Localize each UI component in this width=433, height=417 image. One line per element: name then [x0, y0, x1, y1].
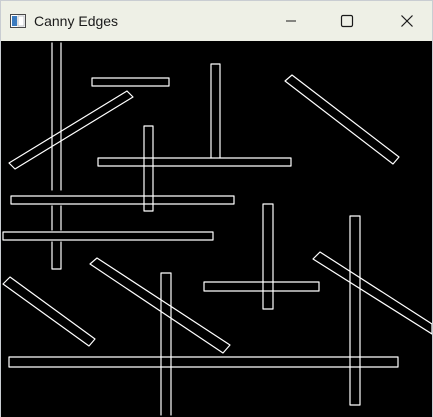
edge-small-bar [91, 77, 170, 87]
edge-diagonal-center [89, 257, 231, 354]
edge-horizontal-bottom [8, 356, 399, 368]
edge-image-canvas [1, 41, 432, 417]
edge-cross-vertical [143, 125, 154, 212]
edge-diagonal-topright [284, 74, 400, 165]
edge-vertical-left-lower [51, 205, 62, 270]
edge-vertical-bottom-center [160, 272, 172, 416]
edge-horizontal-lower-left [2, 231, 214, 241]
edge-vertical-right [349, 215, 361, 406]
minimize-icon [286, 20, 296, 22]
canny-edge-image [2, 42, 432, 416]
close-button[interactable] [384, 1, 430, 41]
edge-horizontal-mid-left [10, 195, 235, 205]
edge-diagonal-right [312, 251, 432, 335]
edge-vertical-center-right [262, 203, 274, 310]
app-window: Canny Edges [0, 0, 433, 417]
edge-crossbar-center-right [203, 281, 320, 292]
window-title: Canny Edges [34, 13, 119, 29]
maximize-button[interactable] [324, 1, 370, 41]
close-icon [401, 15, 413, 27]
edge-vertical-left [51, 42, 62, 191]
maximize-icon [340, 14, 354, 28]
window-app-icon [10, 14, 26, 28]
minimize-button[interactable] [268, 1, 314, 41]
title-bar[interactable]: Canny Edges [1, 1, 432, 41]
edge-diagonal-topleft [8, 90, 134, 170]
edge-diagonal-lower-left [2, 276, 96, 347]
edge-cross-horizontal [97, 157, 292, 167]
edge-vertical-top-center [210, 63, 221, 159]
